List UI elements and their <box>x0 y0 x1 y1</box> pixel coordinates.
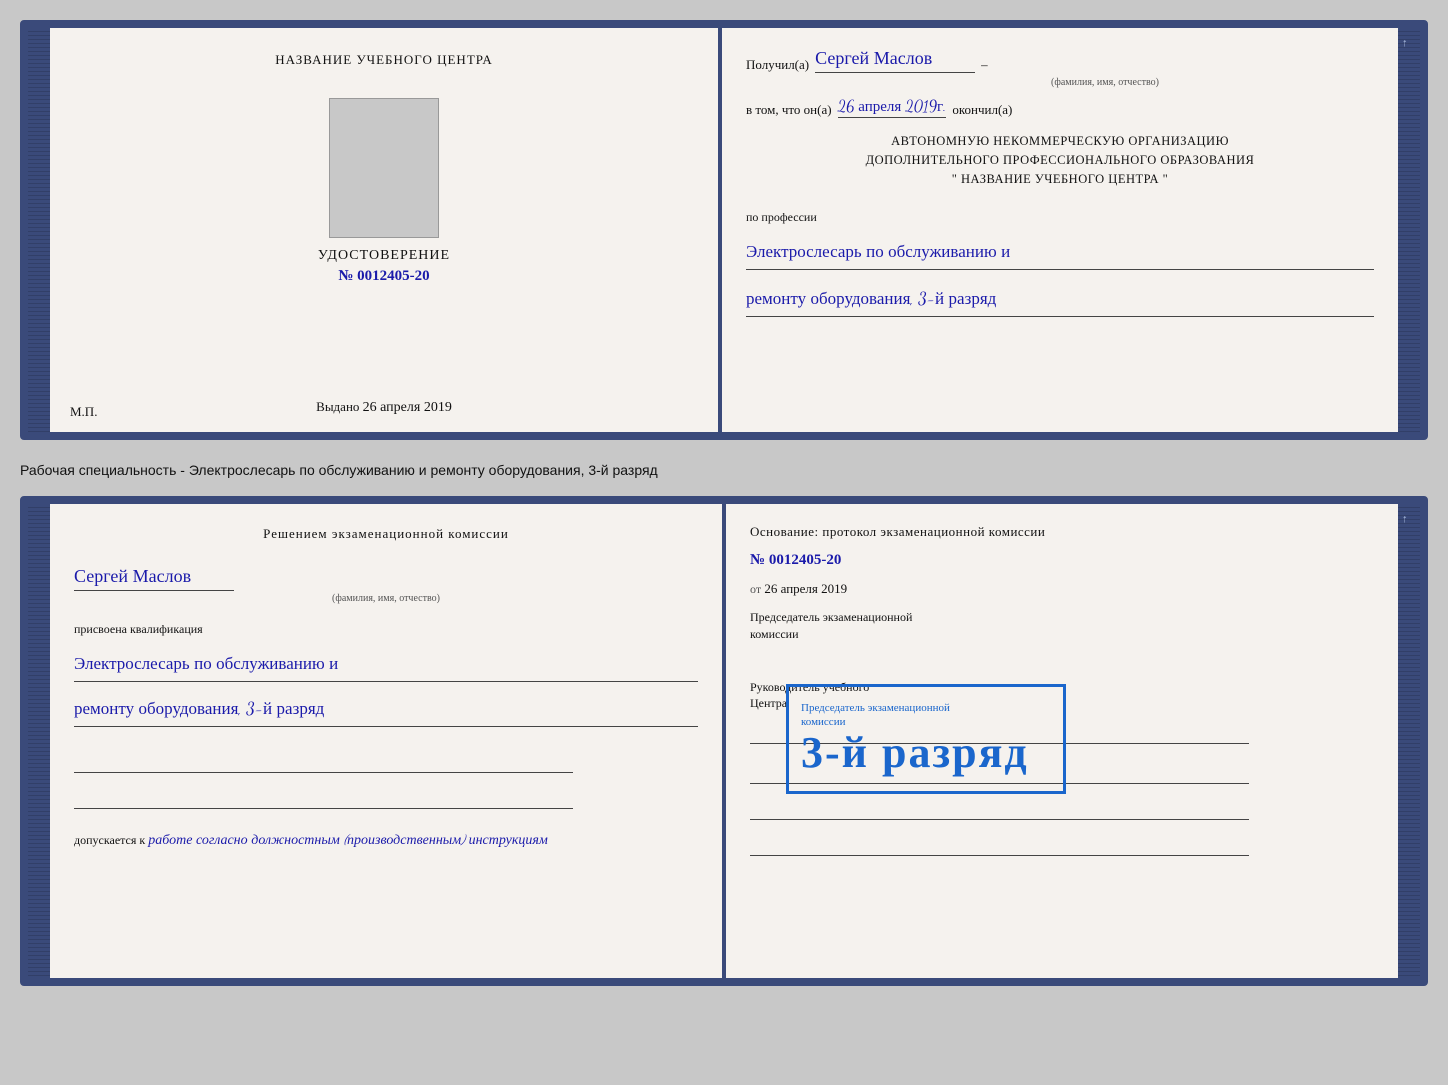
recipient-name: Сергей Маслов <box>815 48 975 73</box>
profesia-line1: Электрослесарь по обслуживанию и <box>746 235 1374 270</box>
org-text-block: АВТОНОМНУЮ НЕКОММЕРЧЕСКУЮ ОРГАНИЗАЦИЮ ДО… <box>746 132 1374 188</box>
profesia-label: по профессии <box>746 210 1374 225</box>
page-wrapper: НАЗВАНИЕ УЧЕБНОГО ЦЕНТРА УДОСТОВЕРЕНИЕ №… <box>20 20 1428 986</box>
fio-label-top: (фамилия, имя, отчество) <box>836 77 1374 88</box>
vtom-line: в том, что он(а) 26 апреля 2019г. окончи… <box>746 98 1374 118</box>
right-annotations-bottom: и а ← <box>1398 504 1420 535</box>
name-block-bottom: Сергей Маслов (фамилия, имя, отчество) <box>74 566 698 604</box>
stamp-small-text-2: комиссии <box>801 715 1051 729</box>
protocol-number: № 0012405-20 <box>750 552 1374 569</box>
stamp-small-text-1: Председатель экзаменационной <box>801 701 1051 715</box>
sig-line-right-4 <box>750 836 1249 856</box>
sig-line-1 <box>74 753 573 773</box>
dopuskaetsya-line: допускается к работе согласно должностны… <box>74 831 698 849</box>
kvali-line1: Электрослесарь по обслуживанию и <box>74 647 698 682</box>
fio-label-bottom: (фамилия, имя, отчество) <box>74 593 698 604</box>
poluchil-line: Получил(а) Сергей Маслов – <box>746 48 1374 73</box>
top-document: НАЗВАНИЕ УЧЕБНОГО ЦЕНТРА УДОСТОВЕРЕНИЕ №… <box>20 20 1428 440</box>
resheniye-title: Решением экзаменационной комиссии <box>74 524 698 544</box>
left-texture-bar-bottom <box>28 504 50 978</box>
mp-label: М.П. <box>70 404 97 420</box>
stamp-big-text: 3-й разряд <box>801 729 1051 777</box>
vydano-line: Выдано 26 апреля 2019 <box>316 399 452 416</box>
predsed-label: Председатель экзаменационной комиссии <box>750 609 1374 643</box>
right-annotations-top: и а ← <box>1398 28 1420 59</box>
top-doc-right-panel: Получил(а) Сергей Маслов – (фамилия, имя… <box>722 28 1398 432</box>
bottom-doc-left-panel: Решением экзаменационной комиссии Сергей… <box>50 504 722 978</box>
dopusk-text: работе согласно должностным (производств… <box>148 831 548 848</box>
bottom-document: Решением экзаменационной комиссии Сергей… <box>20 496 1428 986</box>
sig-line-right-3 <box>750 800 1249 820</box>
bottom-recipient-name: Сергей Маслов <box>74 566 234 591</box>
udostoverenie-block: УДОСТОВЕРЕНИЕ № 0012405-20 <box>318 248 450 285</box>
osnovanie-title: Основание: протокол экзаменационной коми… <box>750 524 1374 540</box>
left-texture-bar <box>28 28 50 432</box>
signature-lines <box>74 753 698 809</box>
right-texture-bar-bottom: и а ← <box>1398 504 1420 978</box>
top-doc-number: № 0012405-20 <box>318 268 450 285</box>
right-texture-bar-top: и а ← <box>1398 28 1420 432</box>
udostoverenie-label: УДОСТОВЕРЕНИЕ <box>318 248 450 264</box>
bottom-doc-right-panel: Основание: протокол экзаменационной коми… <box>726 504 1398 978</box>
profesia-line2: ремонту оборудования, 3-й разряд <box>746 282 1374 317</box>
between-text: Рабочая специальность - Электрослесарь п… <box>20 458 1428 478</box>
sig-line-2 <box>74 789 573 809</box>
prisvoena-label: присвоена квалификация <box>74 622 698 637</box>
photo-placeholder <box>329 98 439 238</box>
top-left-title: НАЗВАНИЕ УЧЕБНОГО ЦЕНТРА <box>275 52 492 68</box>
top-doc-left-panel: НАЗВАНИЕ УЧЕБНОГО ЦЕНТРА УДОСТОВЕРЕНИЕ №… <box>50 28 718 432</box>
vtom-date: 26 апреля 2019г. <box>838 98 947 118</box>
stamp-box: Председатель экзаменационной комиссии 3-… <box>786 684 1066 794</box>
kvali-line2: ремонту оборудования, 3-й разряд <box>74 692 698 727</box>
ot-date: от 26 апреля 2019 <box>750 581 1374 597</box>
